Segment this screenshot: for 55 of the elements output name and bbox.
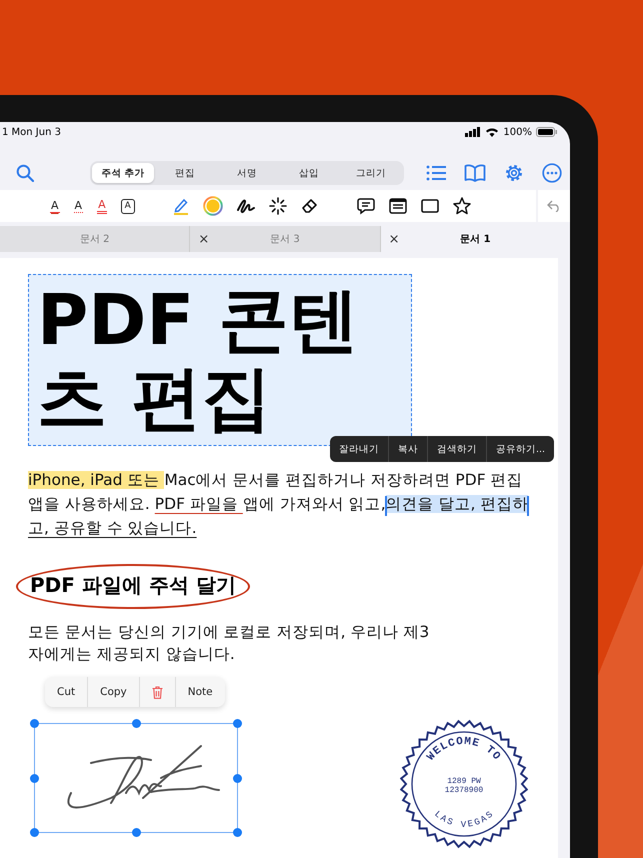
rectangle-icon[interactable] bbox=[420, 199, 439, 213]
undo-icon[interactable] bbox=[547, 200, 561, 212]
close-tab-button[interactable]: × bbox=[388, 232, 400, 246]
text-style-tool[interactable]: A bbox=[97, 198, 107, 214]
eraser-icon[interactable] bbox=[300, 197, 319, 215]
note-icon[interactable] bbox=[388, 198, 407, 214]
battery-icon bbox=[536, 127, 558, 137]
color-picker-icon[interactable] bbox=[202, 196, 223, 216]
mode-tab[interactable]: 삽입 bbox=[278, 163, 340, 183]
comment-icon[interactable] bbox=[356, 197, 375, 215]
signal-icon bbox=[465, 127, 482, 137]
settings-icon[interactable] bbox=[504, 163, 524, 183]
wifi-icon bbox=[485, 127, 500, 137]
text-style-tool[interactable]: A bbox=[120, 198, 135, 214]
trash-icon bbox=[152, 686, 163, 698]
resize-handle[interactable] bbox=[132, 719, 141, 728]
tab-label: 문서 1 bbox=[460, 233, 491, 246]
context-menu-item[interactable]: 잘라내기 bbox=[330, 436, 389, 462]
body-text: 모든 문서는 당신의 기기에 로컬로 저장되며, 우리나 제3자에게는 제공되지 않습니다. bbox=[28, 622, 430, 665]
resize-handle[interactable] bbox=[30, 828, 39, 837]
document-title: PDF 콘텐츠 편집 bbox=[37, 281, 360, 437]
close-tab-button[interactable]: × bbox=[198, 232, 210, 246]
circled-heading: PDF 파일에 주석 달기 bbox=[16, 564, 250, 609]
context-menu-item[interactable]: 복사 bbox=[389, 436, 428, 462]
text-style-tool[interactable]: A bbox=[74, 199, 84, 213]
mode-tab[interactable]: 주석 추가 bbox=[92, 163, 154, 183]
resize-handle[interactable] bbox=[233, 774, 242, 783]
edit-menu-item[interactable]: Cut bbox=[45, 677, 88, 707]
battery-percent: 100% bbox=[503, 126, 532, 138]
context-menu-item[interactable]: 검색하기 bbox=[428, 436, 487, 462]
mode-tab[interactable]: 그리기 bbox=[340, 163, 402, 183]
resize-handle[interactable] bbox=[30, 719, 39, 728]
text-style-tool[interactable]: A bbox=[50, 199, 60, 213]
resize-handle[interactable] bbox=[132, 828, 141, 837]
document-tab[interactable]: × 문서 1 bbox=[380, 226, 570, 252]
list-icon[interactable] bbox=[426, 165, 446, 181]
status-time: 1 Mon Jun 3 bbox=[2, 126, 61, 138]
book-icon[interactable] bbox=[464, 164, 486, 182]
context-menu-item[interactable]: 공유하기... bbox=[487, 436, 554, 462]
tab-label: 문서 2 bbox=[80, 233, 110, 246]
search-icon[interactable] bbox=[16, 164, 34, 182]
sparkle-icon[interactable] bbox=[268, 197, 287, 215]
resize-handle[interactable] bbox=[233, 828, 242, 837]
pencil-icon[interactable] bbox=[172, 197, 189, 215]
tab-label: 문서 3 bbox=[270, 233, 300, 246]
pen-scribble-icon[interactable] bbox=[236, 198, 255, 214]
resize-handle[interactable] bbox=[30, 774, 39, 783]
edit-menu-item[interactable]: Copy bbox=[88, 677, 140, 707]
mode-tab[interactable]: 편집 bbox=[154, 163, 216, 183]
edit-menu-item[interactable]: Note bbox=[176, 677, 225, 707]
resize-handle[interactable] bbox=[233, 719, 242, 728]
mode-tab[interactable]: 서명 bbox=[216, 163, 278, 183]
star-icon[interactable] bbox=[452, 197, 471, 215]
paragraph-text: iPhone, iPad 또는 Mac에서 문서를 편집하거나 저장하려면 PDF 편집 앱을 사용하세요. PDF 파일을 앱에 가져와서 읽고,의견을 달고, 편집하 고, 공유할 수 있습니다. bbox=[28, 470, 530, 539]
more-icon[interactable] bbox=[542, 163, 562, 183]
